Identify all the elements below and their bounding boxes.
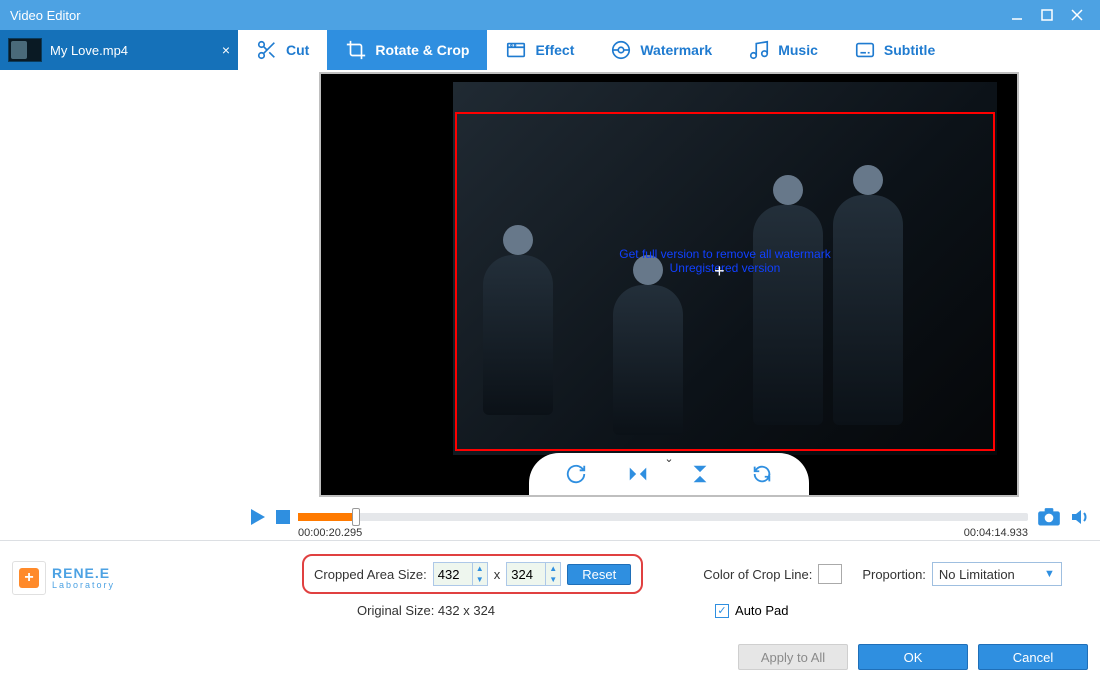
tab-label: Rotate & Crop (375, 42, 469, 58)
crop-width-input[interactable]: ▲▼ (433, 562, 488, 586)
tab-label: Watermark (640, 42, 712, 58)
toolbar-tabs: Cut Rotate & Crop Effect Watermark Music… (238, 30, 1100, 70)
proportion-group: Proportion: No Limitation ▼ (862, 562, 1062, 586)
titlebar: Video Editor (0, 0, 1100, 30)
file-thumbnail (8, 38, 42, 62)
tab-cut[interactable]: Cut (238, 30, 327, 70)
spin-down-icon[interactable]: ▼ (473, 574, 487, 585)
video-frame: Get full version to remove all watermark… (453, 82, 997, 455)
tab-label: Effect (535, 42, 574, 58)
volume-button[interactable] (1070, 507, 1090, 527)
chevron-down-icon[interactable]: ⌄ (664, 452, 673, 465)
close-button[interactable] (1062, 6, 1092, 24)
scissors-icon (256, 39, 278, 61)
auto-pad-label: Auto Pad (735, 603, 789, 618)
file-tab[interactable]: My Love.mp4 × (0, 30, 238, 70)
snapshot-button[interactable] (1036, 506, 1062, 528)
watermark-overlay: Get full version to remove all watermark… (619, 247, 830, 275)
tab-label: Cut (286, 42, 309, 58)
crop-line-color-swatch[interactable] (818, 564, 842, 584)
crop-line-color-group: Color of Crop Line: (703, 564, 842, 584)
seek-handle[interactable] (352, 508, 360, 526)
brand-logo: + RENE.E Laboratory (12, 561, 212, 595)
apply-to-all-button[interactable]: Apply to All (738, 644, 848, 670)
rotate-cw-button[interactable] (561, 459, 591, 489)
preview-column: Get full version to remove all watermark… (238, 70, 1100, 540)
file-tab-label: My Love.mp4 (50, 43, 128, 58)
cancel-button[interactable]: Cancel (978, 644, 1088, 670)
crop-size-label: Cropped Area Size: (314, 567, 427, 582)
maximize-button[interactable] (1032, 6, 1062, 24)
watermark-icon (610, 39, 632, 61)
topbar: My Love.mp4 × Cut Rotate & Crop Effect W… (0, 30, 1100, 70)
video-preview[interactable]: Get full version to remove all watermark… (319, 72, 1019, 497)
crosshair-icon: + (714, 261, 725, 282)
crop-width-field[interactable] (434, 567, 472, 582)
proportion-label: Proportion: (862, 567, 926, 582)
file-sidebar (0, 70, 238, 540)
proportion-value: No Limitation (939, 567, 1015, 582)
duration-time: 00:04:14.933 (958, 527, 1028, 539)
brand-name: RENE.E (52, 566, 115, 580)
tab-subtitle[interactable]: Subtitle (836, 30, 953, 70)
stop-button[interactable] (276, 510, 290, 524)
transform-controls: ⌄ (529, 453, 809, 495)
footer-buttons: Apply to All OK Cancel (738, 644, 1088, 670)
reset-button[interactable]: Reset (567, 564, 631, 585)
play-button[interactable] (248, 507, 268, 527)
main-area: Get full version to remove all watermark… (0, 70, 1100, 540)
ok-button[interactable]: OK (858, 644, 968, 670)
crop-height-input[interactable]: ▲▼ (506, 562, 561, 586)
proportion-select[interactable]: No Limitation ▼ (932, 562, 1062, 586)
spin-up-icon[interactable]: ▲ (473, 563, 487, 574)
window-title: Video Editor (10, 8, 81, 23)
file-tab-close-icon[interactable]: × (222, 42, 230, 58)
checkbox-checked-icon: ✓ (715, 604, 729, 618)
tab-label: Music (778, 42, 818, 58)
divider (0, 540, 1100, 541)
window-buttons (1002, 6, 1092, 24)
brand-sub: Laboratory (52, 580, 115, 590)
minimize-button[interactable] (1002, 6, 1032, 24)
flip-horizontal-button[interactable] (623, 459, 653, 489)
footer-panel: + RENE.E Laboratory Cropped Area Size: ▲… (0, 549, 1100, 618)
tab-label: Subtitle (884, 42, 935, 58)
tab-music[interactable]: Music (730, 30, 836, 70)
reset-transform-button[interactable] (747, 459, 777, 489)
timeline: 00:00:20.295 00:04:14.933 (238, 497, 1100, 537)
music-icon (748, 39, 770, 61)
flip-vertical-button[interactable] (685, 459, 715, 489)
current-time: 00:00:20.295 (298, 527, 368, 539)
tab-watermark[interactable]: Watermark (592, 30, 730, 70)
tab-effect[interactable]: Effect (487, 30, 592, 70)
auto-pad-checkbox[interactable]: ✓ Auto Pad (715, 603, 789, 618)
original-size-label: Original Size: 432 x 324 (357, 603, 495, 618)
logo-badge-icon: + (12, 561, 46, 595)
crop-line-color-label: Color of Crop Line: (703, 567, 812, 582)
tab-rotate-crop[interactable]: Rotate & Crop (327, 30, 487, 70)
spin-up-icon[interactable]: ▲ (546, 563, 560, 574)
crop-icon (345, 39, 367, 61)
x-separator: x (494, 567, 501, 582)
effect-icon (505, 39, 527, 61)
crop-size-group: Cropped Area Size: ▲▼ x ▲▼ Reset (302, 554, 643, 594)
subtitle-icon (854, 39, 876, 61)
chevron-down-icon: ▼ (1044, 568, 1055, 580)
seek-track[interactable]: 00:00:20.295 00:04:14.933 (298, 513, 1028, 521)
spin-down-icon[interactable]: ▼ (546, 574, 560, 585)
crop-height-field[interactable] (507, 567, 545, 582)
